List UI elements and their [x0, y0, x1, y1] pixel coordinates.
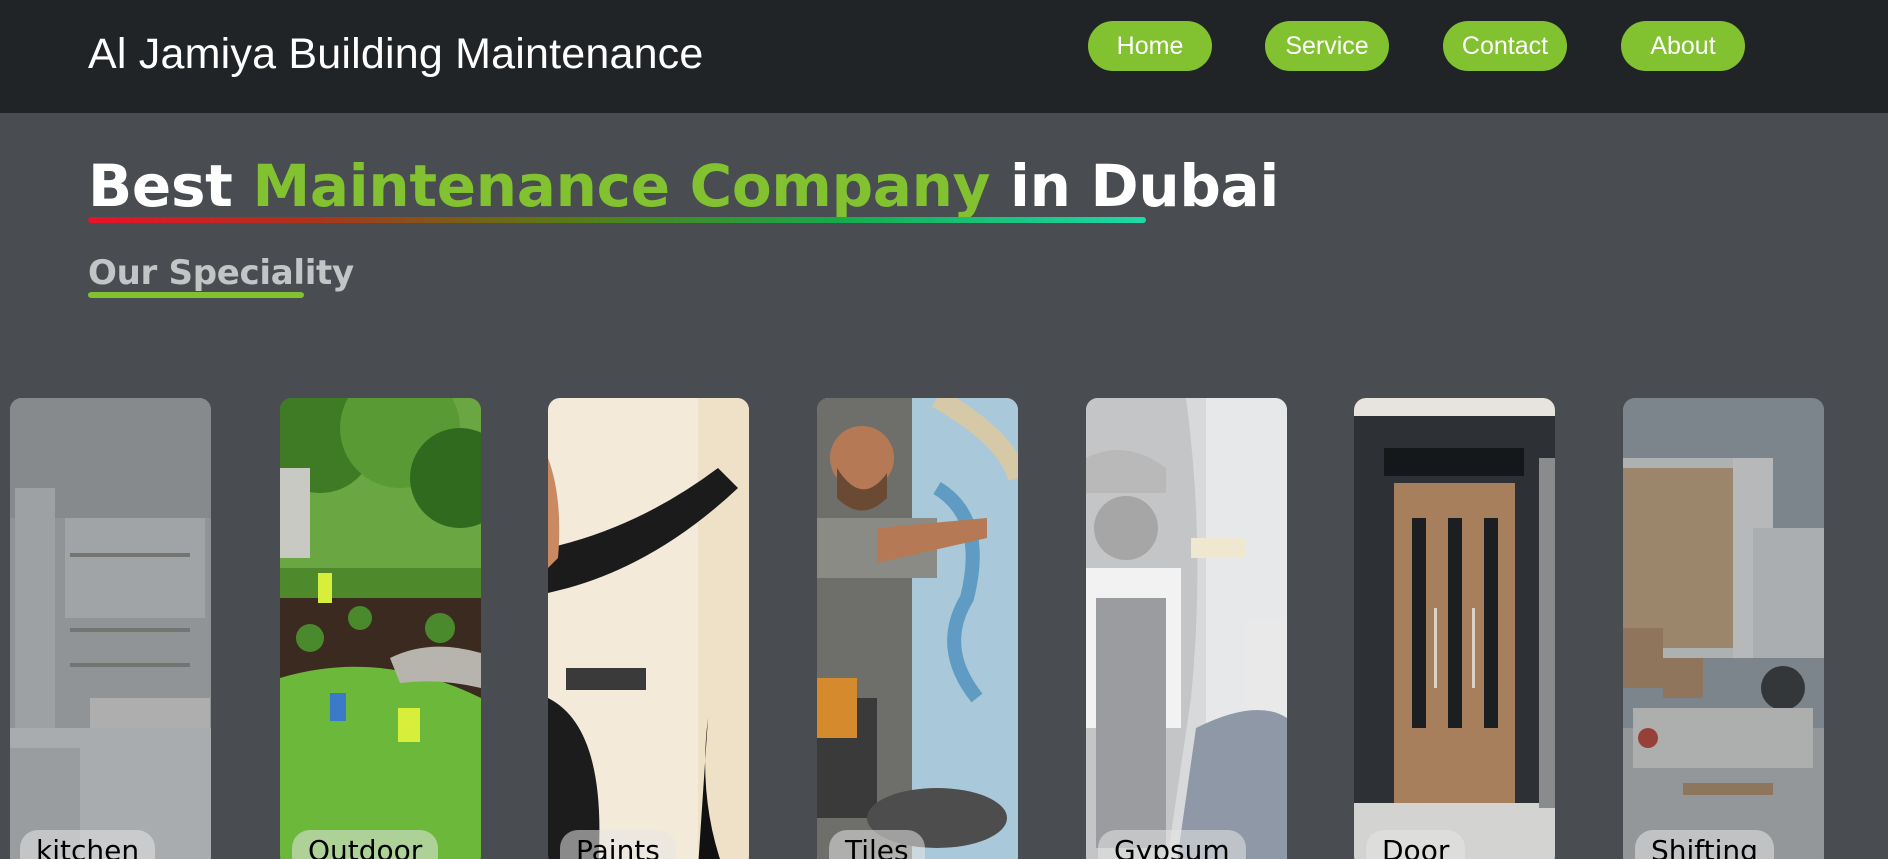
nav-about-button[interactable]: About — [1621, 21, 1745, 71]
service-card-label: Shifting — [1635, 830, 1774, 859]
service-card-outdoor[interactable]: Outdoor — [280, 398, 481, 859]
card-fade-overlay — [1623, 398, 1824, 859]
service-card-label: Paints — [560, 830, 676, 859]
subtitle-underline — [88, 292, 304, 298]
tiling-image — [817, 398, 1018, 859]
service-card-kitchen[interactable]: kitchen — [10, 398, 211, 859]
section-subtitle: Our Speciality — [88, 253, 354, 293]
navbar: Al Jamiya Building Maintenance Home Serv… — [0, 0, 1888, 113]
card-fade-overlay — [10, 398, 211, 859]
service-card-label: Gypsum — [1098, 830, 1246, 859]
nav-contact-button[interactable]: Contact — [1443, 21, 1567, 71]
title-underline — [88, 217, 1146, 223]
hero-title-part1: Best — [88, 152, 253, 220]
service-card-label: Tiles — [829, 830, 925, 859]
service-card-paints[interactable]: Paints — [548, 398, 749, 859]
service-card-shifting[interactable]: Shifting — [1623, 398, 1824, 859]
landscaping-image — [280, 398, 481, 859]
hero-title-accent: Maintenance Company — [252, 152, 991, 220]
hero-title-part2: in Dubai — [990, 152, 1279, 220]
hero-title: Best Maintenance Company in Dubai — [88, 152, 1279, 220]
door-image — [1354, 398, 1555, 859]
nav-service-button[interactable]: Service — [1265, 21, 1389, 71]
service-card-label: Outdoor — [292, 830, 439, 859]
service-card-door[interactable]: Door — [1354, 398, 1555, 859]
service-card-tiles[interactable]: Tiles — [817, 398, 1018, 859]
service-card-label: Door — [1366, 830, 1466, 859]
nav-home-button[interactable]: Home — [1088, 21, 1212, 71]
service-card-gypsum[interactable]: Gypsum — [1086, 398, 1287, 859]
service-card-label: kitchen — [20, 830, 156, 859]
painting-image — [548, 398, 749, 859]
gypsum-image — [1086, 398, 1287, 859]
brand-title[interactable]: Al Jamiya Building Maintenance — [88, 30, 704, 79]
